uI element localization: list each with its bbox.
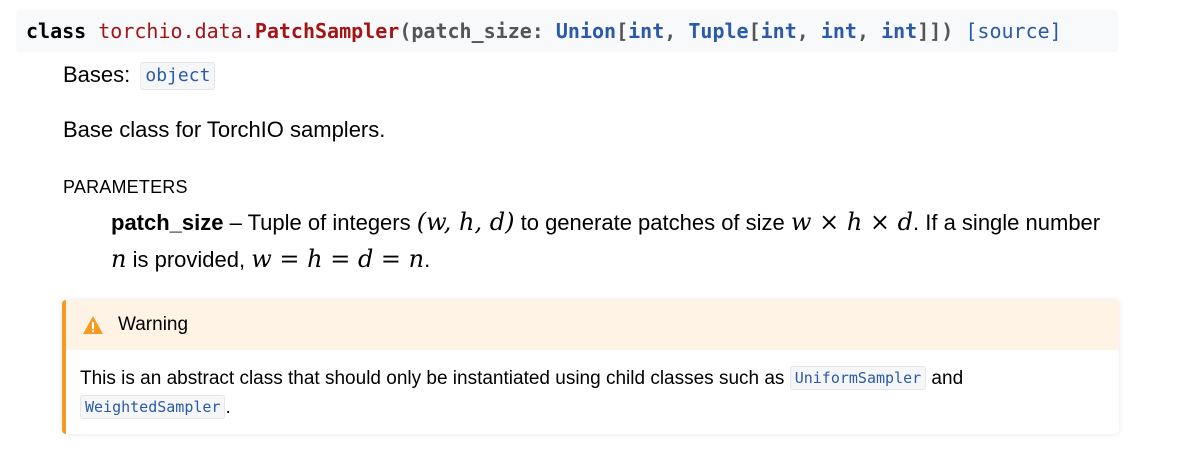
param-text: – Tuple of integers xyxy=(223,210,417,235)
warning-title: Warning xyxy=(118,314,189,335)
param-name: patch_size xyxy=(411,19,532,43)
comma-2: , xyxy=(796,19,809,43)
close-brackets: ]]) xyxy=(917,19,954,43)
uniform-sampler-link[interactable]: UniformSampler xyxy=(789,366,927,390)
bases-object-link[interactable]: object xyxy=(140,62,216,90)
class-signature: class torchio.data.PatchSampler(patch_si… xyxy=(16,10,1118,52)
warning-body: This is an abstract class that should on… xyxy=(66,350,1090,422)
warning-title-bar: Warning xyxy=(66,300,1119,350)
type-int-link[interactable]: int xyxy=(881,19,917,43)
bases-label: Bases: xyxy=(63,62,131,87)
comma-1: , xyxy=(664,19,677,43)
colon: : xyxy=(531,19,544,43)
type-int-link[interactable]: int xyxy=(761,19,797,43)
bracket-2: [ xyxy=(748,19,761,43)
math-whd: (w, h, d) xyxy=(416,208,515,236)
type-union-link[interactable]: Union xyxy=(556,19,616,43)
bases-line: Bases: object xyxy=(63,61,216,90)
comma-3: , xyxy=(856,19,870,43)
warning-text: This is an abstract class that should on… xyxy=(80,368,790,389)
parameters-heading: PARAMETERS xyxy=(63,177,188,197)
param-text: . xyxy=(424,247,431,272)
open-paren: ( xyxy=(399,19,412,43)
param-text: is provided, xyxy=(126,247,252,272)
param-text: to generate patches of size xyxy=(514,210,791,235)
type-int-link[interactable]: int xyxy=(821,19,857,43)
warning-admonition: Warning This is an abstract class that s… xyxy=(62,300,1119,434)
math-product: w × h × d xyxy=(790,208,914,236)
bracket-1: [ xyxy=(616,19,629,43)
warning-text: and xyxy=(926,368,964,389)
class-description: Base class for TorchIO samplers. xyxy=(63,117,386,142)
class-name: PatchSampler xyxy=(254,19,400,43)
module-path: torchio.data. xyxy=(98,19,255,43)
parameter-item: patch_size – Tuple of integers (w, h, d)… xyxy=(111,204,1111,278)
warning-triangle-icon xyxy=(82,315,104,335)
parameter-name: patch_size xyxy=(111,210,224,235)
weighted-sampler-link[interactable]: WeightedSampler xyxy=(80,395,226,419)
type-tuple-link[interactable]: Tuple xyxy=(688,19,748,43)
class-keyword: class xyxy=(26,19,87,43)
param-text: . If a single number xyxy=(913,210,1101,235)
math-n: n xyxy=(111,245,127,273)
type-int-link[interactable]: int xyxy=(628,19,664,43)
math-equality: w = h = d = n xyxy=(251,245,425,273)
warning-text: . xyxy=(225,397,231,418)
source-link[interactable]: [source] xyxy=(965,19,1061,43)
